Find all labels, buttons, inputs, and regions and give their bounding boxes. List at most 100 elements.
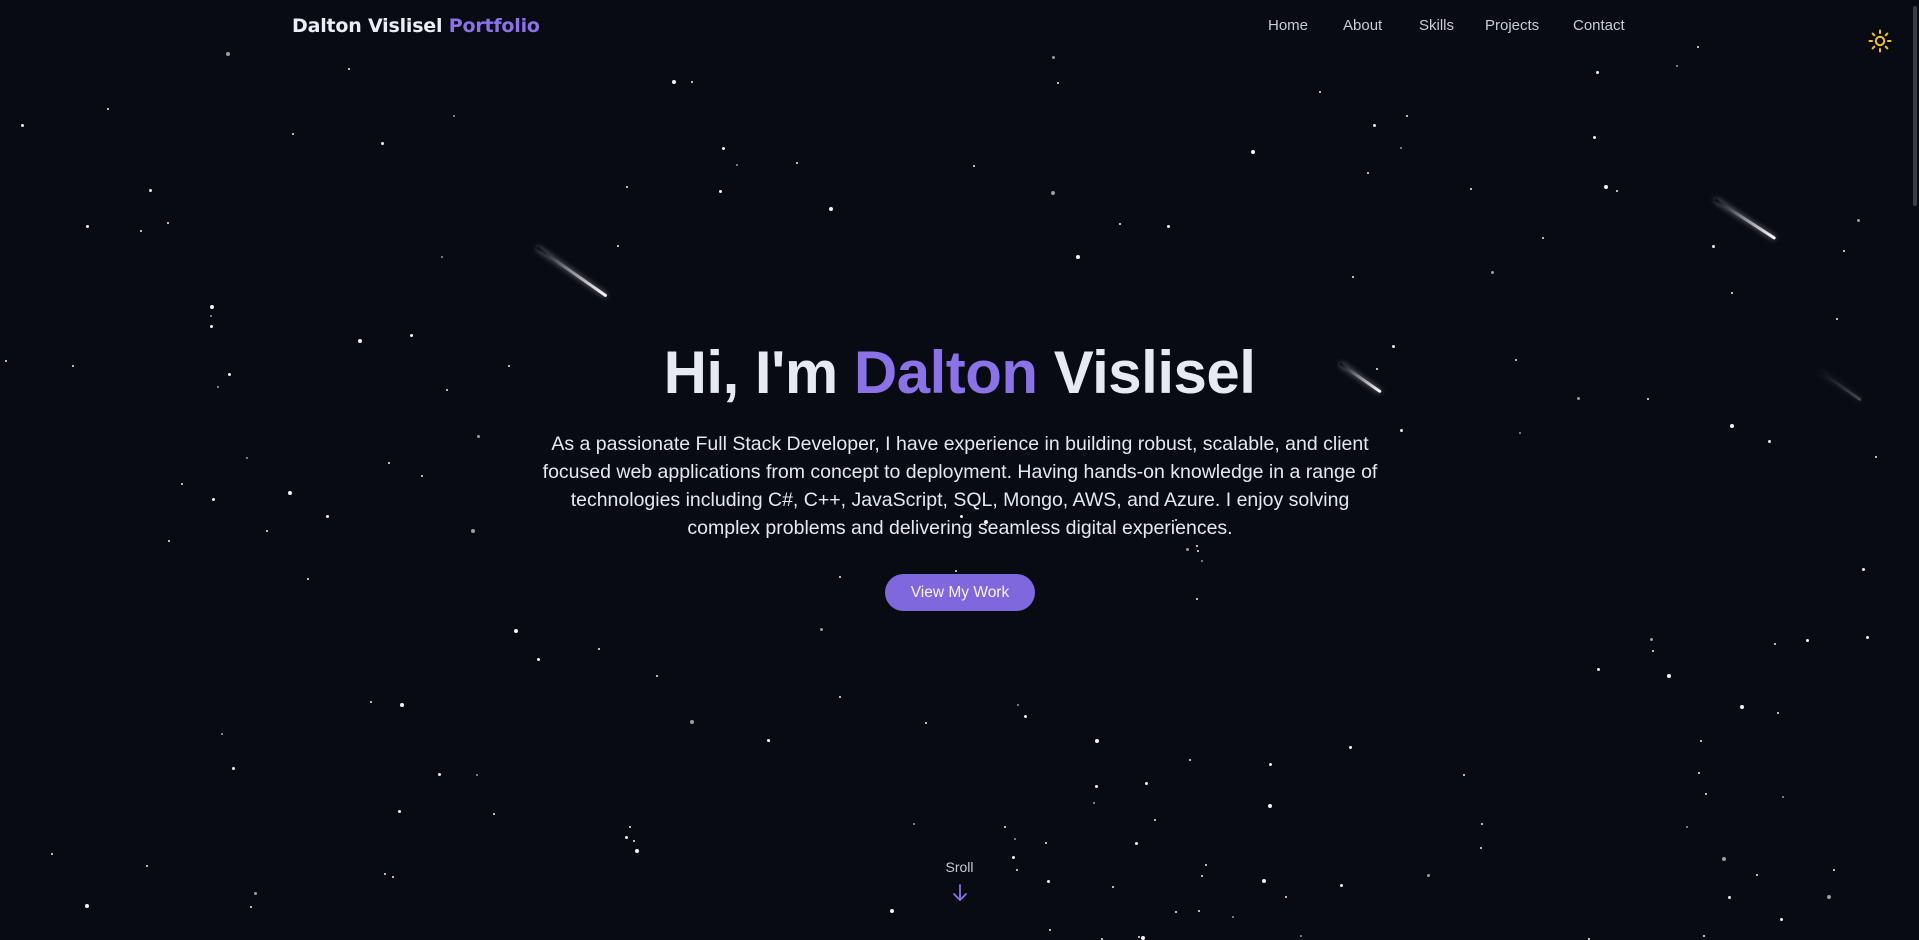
star <box>1232 916 1234 918</box>
star <box>1843 250 1845 252</box>
star <box>1268 804 1272 808</box>
scroll-indicator[interactable]: Sroll <box>0 859 1919 875</box>
star <box>672 80 676 84</box>
star <box>1705 793 1707 795</box>
star <box>690 720 694 724</box>
star <box>925 722 927 724</box>
star <box>537 658 540 661</box>
star <box>514 629 518 633</box>
star <box>1201 560 1203 562</box>
star <box>1728 896 1731 899</box>
star <box>722 147 725 150</box>
star <box>307 578 309 580</box>
star <box>1340 884 1343 887</box>
star <box>1251 150 1255 154</box>
hero-title: Hi, I'm Dalton Vislisel <box>0 338 1919 407</box>
star <box>1196 545 1198 547</box>
theme-toggle-button[interactable] <box>1866 27 1894 55</box>
brand-suffix: Portfolio <box>448 15 540 37</box>
star <box>1686 826 1688 828</box>
star <box>1057 82 1059 84</box>
star <box>1740 705 1744 709</box>
star <box>796 162 798 164</box>
star <box>1138 936 1140 938</box>
arrow-down-icon[interactable] <box>951 883 969 903</box>
page-scrollbar[interactable] <box>1913 6 1917 206</box>
star <box>1049 929 1051 931</box>
nav-link-contact[interactable]: Contact <box>1573 17 1625 34</box>
star <box>1350 746 1352 748</box>
star <box>392 876 394 878</box>
star <box>1866 636 1869 639</box>
star <box>839 696 841 698</box>
nav-link-home[interactable]: Home <box>1268 17 1308 34</box>
star <box>1712 245 1715 248</box>
star <box>890 909 894 913</box>
nav-link-projects[interactable]: Projects <box>1485 17 1539 34</box>
star <box>1731 292 1733 294</box>
star <box>1285 896 1287 898</box>
brand-logo[interactable]: Dalton Vislisel Portfolio <box>292 15 540 37</box>
star <box>1480 847 1482 849</box>
star <box>1300 935 1302 937</box>
star <box>1836 318 1838 320</box>
star <box>1135 842 1138 845</box>
star <box>221 733 223 735</box>
star <box>246 457 248 459</box>
star <box>254 892 257 895</box>
star <box>477 435 480 438</box>
star <box>1112 886 1114 888</box>
star <box>1196 598 1198 600</box>
star <box>1141 936 1145 940</box>
star <box>1616 190 1618 192</box>
star <box>633 840 635 842</box>
star <box>736 164 738 166</box>
scroll-label: Sroll <box>945 859 974 875</box>
star <box>370 701 372 703</box>
star <box>1319 91 1321 93</box>
star <box>326 515 329 518</box>
star <box>1406 115 1408 117</box>
star <box>1597 668 1600 671</box>
hero-first-name: Dalton <box>853 339 1038 406</box>
star <box>1095 785 1098 788</box>
star <box>1352 276 1354 278</box>
star <box>288 491 292 495</box>
star <box>1175 911 1177 913</box>
star <box>1167 225 1170 228</box>
star <box>1491 271 1494 274</box>
star <box>1730 424 1734 428</box>
star <box>210 305 214 309</box>
star <box>381 142 384 145</box>
star <box>1768 440 1771 443</box>
star <box>598 648 600 650</box>
star <box>149 189 152 192</box>
star <box>1650 638 1653 641</box>
star <box>1519 432 1521 434</box>
star <box>1470 188 1472 190</box>
star <box>1777 712 1779 714</box>
star <box>476 774 478 776</box>
star <box>86 225 89 228</box>
star <box>1862 568 1865 571</box>
nav-link-about[interactable]: About <box>1343 17 1382 34</box>
star <box>1463 774 1465 776</box>
star <box>1262 879 1266 883</box>
star <box>107 108 109 110</box>
star <box>1119 223 1121 225</box>
view-my-work-button[interactable]: View My Work <box>885 574 1035 611</box>
nav-link-skills[interactable]: Skills <box>1419 17 1454 34</box>
star <box>181 483 183 485</box>
star <box>1076 255 1080 259</box>
star <box>1400 147 1402 149</box>
star <box>140 230 142 232</box>
star <box>1045 842 1047 844</box>
star <box>250 906 252 908</box>
star <box>1189 759 1191 761</box>
star <box>1051 191 1055 195</box>
star <box>210 325 213 328</box>
star <box>212 498 215 501</box>
hero-greeting: Hi, I'm <box>663 339 839 406</box>
star <box>1700 740 1702 742</box>
star <box>1780 918 1783 921</box>
